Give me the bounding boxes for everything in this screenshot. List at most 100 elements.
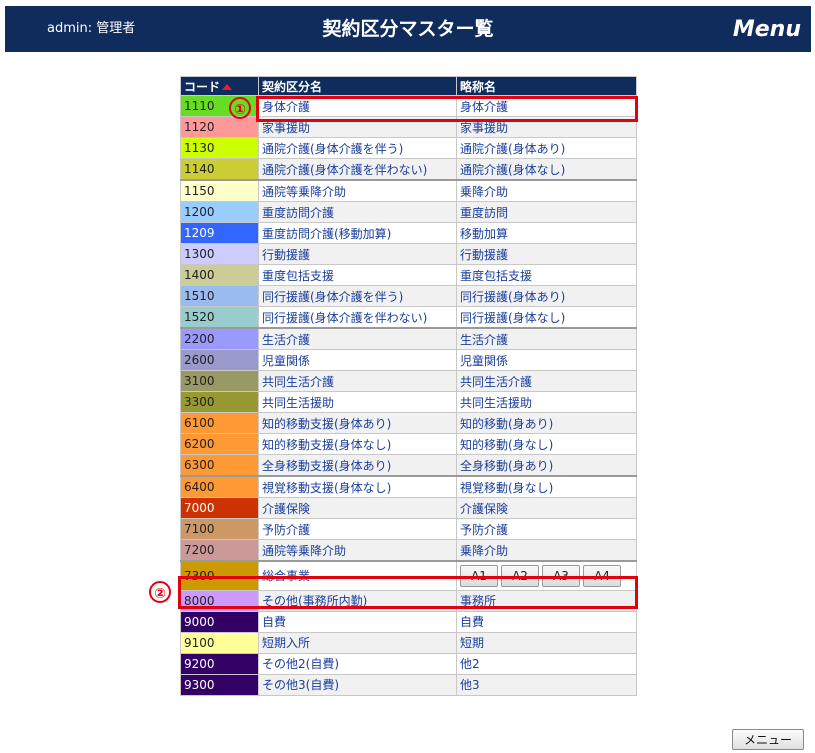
- table-row[interactable]: 1400 重度包括支援 重度包括支援: [180, 264, 637, 286]
- row-name-link[interactable]: 自費: [262, 615, 286, 629]
- table-row[interactable]: 6400 視覚移動支援(身体なし) 視覚移動(身なし): [180, 475, 637, 498]
- row-abbr-link[interactable]: 行動援護: [460, 248, 508, 262]
- row-code-cell: 1300: [180, 243, 259, 265]
- row-abbr-link[interactable]: 同行援護(身体あり): [460, 290, 565, 304]
- row-code-cell: 6200: [180, 433, 259, 455]
- table-row[interactable]: 1140 通院介護(身体介護を伴わない) 通院介護(身体なし): [180, 158, 637, 181]
- row-name-link[interactable]: 予防介護: [262, 523, 310, 537]
- row-code-cell: 3100: [180, 370, 259, 392]
- row-name-link[interactable]: 家事援助: [262, 121, 310, 135]
- row-name-link[interactable]: 通院介護(身体介護を伴わない): [262, 163, 427, 177]
- row-abbr-link[interactable]: 移動加算: [460, 227, 508, 241]
- row-abbr-cell: 移動加算: [456, 222, 637, 244]
- row-abbr-cell: 乗降介助: [456, 179, 637, 202]
- table-row[interactable]: 6100 知的移動支援(身体あり) 知的移動(身あり): [180, 412, 637, 434]
- row-abbr-link[interactable]: 家事援助: [460, 121, 508, 135]
- row-abbr-link[interactable]: 重度訪問: [460, 206, 508, 220]
- menu-link[interactable]: Menu: [733, 6, 801, 54]
- table-row[interactable]: 1150 通院等乗降介助 乗降介助: [180, 179, 637, 202]
- row-abbr-cell: 共同生活援助: [456, 391, 637, 413]
- menu-button[interactable]: メニュー: [732, 729, 804, 750]
- row-abbr-link[interactable]: 重度包括支援: [460, 269, 532, 283]
- table-row[interactable]: 1200 重度訪問介護 重度訪問: [180, 201, 637, 223]
- table-row[interactable]: 9000 自費 自費: [180, 610, 637, 633]
- row-name-link[interactable]: 同行援護(身体介護を伴わない): [262, 311, 427, 325]
- row-abbr-link[interactable]: 知的移動(身なし): [460, 438, 553, 452]
- row-name-link[interactable]: 知的移動支援(身体あり): [262, 417, 391, 431]
- row-abbr-link[interactable]: 共同生活介護: [460, 375, 532, 389]
- row-name-link[interactable]: その他3(自費): [262, 678, 339, 692]
- table-row[interactable]: 3300 共同生活援助 共同生活援助: [180, 391, 637, 413]
- row-name-link[interactable]: 行動援護: [262, 248, 310, 262]
- row-code-cell: 7000: [180, 497, 259, 519]
- column-header-code[interactable]: コード: [180, 76, 259, 96]
- row-abbr-link[interactable]: 他2: [460, 657, 480, 671]
- row-abbr-link[interactable]: 知的移動(身あり): [460, 417, 553, 431]
- table-row[interactable]: 7100 予防介護 予防介護: [180, 518, 637, 540]
- row-abbr-link[interactable]: 同行援護(身体なし): [460, 311, 565, 325]
- table-row[interactable]: 6300 全身移動支援(身体あり) 全身移動(身あり): [180, 454, 637, 477]
- row-abbr-link[interactable]: 通院介護(身体あり): [460, 142, 565, 156]
- row-abbr-link[interactable]: 乗降介助: [460, 185, 508, 199]
- row-name-cell: 短期入所: [258, 631, 457, 654]
- row-abbr-link[interactable]: 生活介護: [460, 333, 508, 347]
- row-name-link[interactable]: 知的移動支援(身体なし): [262, 438, 391, 452]
- row-abbr-link[interactable]: 通院介護(身体なし): [460, 163, 565, 177]
- table-row[interactable]: 1130 通院介護(身体介護を伴う) 通院介護(身体あり): [180, 137, 637, 159]
- row-name-cell: 同行援護(身体介護を伴わない): [258, 306, 457, 329]
- row-abbr-cell: 重度包括支援: [456, 264, 637, 286]
- row-abbr-cell: 同行援護(身体あり): [456, 285, 637, 307]
- table-row[interactable]: 2600 児童関係 児童関係: [180, 349, 637, 371]
- row-abbr-cell: 共同生活介護: [456, 370, 637, 392]
- table-row[interactable]: 9300 その他3(自費) 他3: [180, 673, 637, 696]
- table-row[interactable]: 2200 生活介護 生活介護: [180, 327, 637, 350]
- row-name-link[interactable]: 短期入所: [262, 636, 310, 650]
- table-row[interactable]: 1300 行動援護 行動援護: [180, 243, 637, 265]
- row-name-link[interactable]: その他2(自費): [262, 657, 339, 671]
- row-name-cell: 共同生活援助: [258, 391, 457, 413]
- row-abbr-link[interactable]: 乗降介助: [460, 544, 508, 558]
- row-abbr-link[interactable]: 共同生活援助: [460, 396, 532, 410]
- row-name-cell: 通院介護(身体介護を伴わない): [258, 158, 457, 181]
- row-abbr-link[interactable]: 全身移動(身あり): [460, 459, 553, 473]
- row-abbr-cell: 生活介護: [456, 327, 637, 350]
- row-abbr-link[interactable]: 予防介護: [460, 523, 508, 537]
- row-name-link[interactable]: 通院等乗降介助: [262, 544, 346, 558]
- row-name-link[interactable]: 同行援護(身体介護を伴う): [262, 290, 403, 304]
- row-name-cell: 重度包括支援: [258, 264, 457, 286]
- row-name-link[interactable]: 共同生活介護: [262, 375, 334, 389]
- row-name-link[interactable]: 児童関係: [262, 354, 310, 368]
- row-name-link[interactable]: 通院介護(身体介護を伴う): [262, 142, 403, 156]
- row-abbr-link[interactable]: 自費: [460, 615, 484, 629]
- table-row[interactable]: 7000 介護保険 介護保険: [180, 497, 637, 519]
- row-name-cell: 共同生活介護: [258, 370, 457, 392]
- table-row[interactable]: 3100 共同生活介護 共同生活介護: [180, 370, 637, 392]
- row-name-link[interactable]: 重度訪問介護(移動加算): [262, 227, 391, 241]
- row-name-link[interactable]: 通院等乗降介助: [262, 185, 346, 199]
- row-abbr-link[interactable]: 他3: [460, 678, 480, 692]
- row-abbr-link[interactable]: 児童関係: [460, 354, 508, 368]
- row-name-link[interactable]: 全身移動支援(身体あり): [262, 459, 391, 473]
- row-name-link[interactable]: 介護保険: [262, 502, 310, 516]
- table-row[interactable]: 9100 短期入所 短期: [180, 631, 637, 654]
- row-name-link[interactable]: 視覚移動支援(身体なし): [262, 481, 391, 495]
- row-name-link[interactable]: 共同生活援助: [262, 396, 334, 410]
- column-header-name: 契約区分名: [258, 76, 457, 96]
- row-abbr-cell: 介護保険: [456, 497, 637, 519]
- header-bar: admin: 管理者 契約区分マスター覧 Menu: [5, 6, 811, 52]
- row-abbr-link[interactable]: 短期: [460, 636, 484, 650]
- table-row[interactable]: 7200 通院等乗降介助 乗降介助: [180, 539, 637, 562]
- table-row[interactable]: 1520 同行援護(身体介護を伴わない) 同行援護(身体なし): [180, 306, 637, 329]
- row-name-cell: 自費: [258, 610, 457, 633]
- row-name-link[interactable]: 重度訪問介護: [262, 206, 334, 220]
- row-code-cell: 1120: [180, 116, 259, 138]
- row-name-link[interactable]: 重度包括支援: [262, 269, 334, 283]
- row-abbr-link[interactable]: 視覚移動(身なし): [460, 481, 553, 495]
- table-row[interactable]: 1510 同行援護(身体介護を伴う) 同行援護(身体あり): [180, 285, 637, 307]
- table-row[interactable]: 9200 その他2(自費) 他2: [180, 652, 637, 675]
- row-name-cell: その他2(自費): [258, 652, 457, 675]
- row-name-link[interactable]: 生活介護: [262, 333, 310, 347]
- row-abbr-link[interactable]: 介護保険: [460, 502, 508, 516]
- table-row[interactable]: 1209 重度訪問介護(移動加算) 移動加算: [180, 222, 637, 244]
- table-row[interactable]: 6200 知的移動支援(身体なし) 知的移動(身なし): [180, 433, 637, 455]
